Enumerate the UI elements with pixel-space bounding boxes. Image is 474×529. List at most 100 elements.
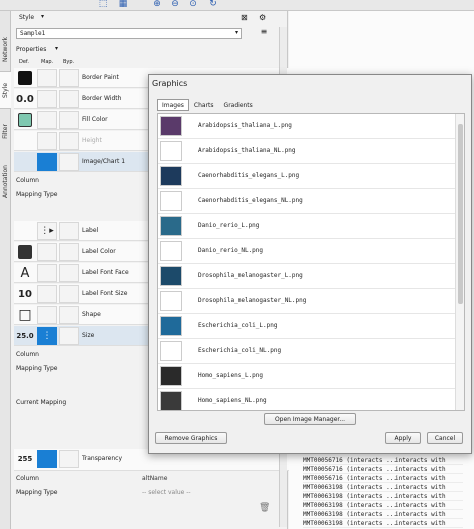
- mapping-type-value[interactable]: -- select value --: [142, 489, 191, 496]
- cancel-button[interactable]: Cancel: [427, 432, 463, 444]
- def-value[interactable]: 10: [15, 285, 35, 303]
- mapping-type-label: Mapping Type: [16, 191, 58, 198]
- style-select[interactable]: Sample1 ▾: [16, 28, 242, 39]
- def-value[interactable]: [15, 243, 35, 261]
- table-row[interactable]: MMT00063198 (interacts ... interacts with: [303, 483, 463, 492]
- mapping-type-row[interactable]: Mapping Type -- select value --: [14, 487, 279, 499]
- column-value[interactable]: altName: [142, 475, 167, 482]
- def-value[interactable]: [15, 132, 35, 150]
- byp-cell[interactable]: [59, 306, 79, 324]
- map-cell[interactable]: [37, 153, 57, 171]
- image-list-item[interactable]: Caenorhabditis_elegans_L.png: [158, 164, 456, 189]
- image-list-item[interactable]: Arabidopsis_thaliana_NL.png: [158, 139, 456, 164]
- map-cell[interactable]: [37, 111, 57, 129]
- image-list-item[interactable]: Escherichia_coli_L.png: [158, 314, 456, 339]
- map-cell[interactable]: [37, 69, 57, 87]
- prop-label-text: Label Color: [82, 248, 116, 255]
- image-list-item[interactable]: Homo_sapiens_NL.png: [158, 389, 456, 410]
- edge-name-cell: MMT00056716 (interacts ...: [303, 475, 397, 482]
- style-menu-icon[interactable]: ≡: [255, 27, 273, 39]
- def-value[interactable]: [15, 111, 35, 129]
- export-icon[interactable]: ⬚: [98, 0, 108, 9]
- zoom-out-icon[interactable]: ⊖: [170, 0, 180, 9]
- grid-icon[interactable]: ▦: [118, 0, 128, 9]
- mapping-column-row[interactable]: Column altName: [14, 473, 279, 485]
- color-swatch: [18, 71, 32, 85]
- scroll-thumb[interactable]: [458, 124, 463, 304]
- apply-button[interactable]: Apply: [385, 432, 421, 444]
- image-list-item[interactable]: Homo_sapiens_L.png: [158, 364, 456, 389]
- def-value[interactable]: 0.0: [15, 90, 35, 108]
- def-value[interactable]: [15, 69, 35, 87]
- settings-icon[interactable]: ⚙: [259, 13, 266, 22]
- map-cell[interactable]: [37, 450, 57, 468]
- byp-cell[interactable]: [59, 132, 79, 150]
- def-value[interactable]: □: [15, 306, 35, 324]
- byp-cell[interactable]: [59, 69, 79, 87]
- image-list-item[interactable]: Escherichia_coli_NL.png: [158, 339, 456, 364]
- image-list-item[interactable]: Danio_rerio_L.png: [158, 214, 456, 239]
- refresh-icon[interactable]: ↻: [208, 0, 218, 9]
- def-value[interactable]: 25.0: [15, 327, 35, 345]
- tab-annotation[interactable]: Annotation: [0, 151, 11, 211]
- table-row[interactable]: MMT00063198 (interacts ... interacts with: [303, 519, 463, 528]
- tab-charts[interactable]: Charts: [189, 99, 219, 111]
- def-value[interactable]: [15, 222, 35, 240]
- tab-network[interactable]: Network: [0, 29, 11, 69]
- tab-gradients[interactable]: Gradients: [219, 99, 258, 111]
- tab-images[interactable]: Images: [157, 99, 189, 111]
- open-image-manager-button[interactable]: Open Image Manager...: [264, 413, 356, 425]
- byp-cell[interactable]: [59, 90, 79, 108]
- table-row[interactable]: MMT00056716 (interacts ... interacts with: [303, 474, 463, 483]
- chevron-down-icon[interactable]: ▾: [55, 45, 58, 52]
- image-list-item[interactable]: Drosophila_melanogaster_L.png: [158, 264, 456, 289]
- image-list-item[interactable]: Arabidopsis_thaliana_L.png: [158, 114, 456, 139]
- zoom-in-icon[interactable]: ⊕: [152, 0, 162, 9]
- trash-icon[interactable]: 🗑: [259, 503, 270, 513]
- image-list-item[interactable]: Danio_rerio_NL.png: [158, 239, 456, 264]
- table-row[interactable]: MMT00063198 (interacts ... interacts with: [303, 501, 463, 510]
- color-swatch: [18, 245, 32, 259]
- table-row[interactable]: MMT00063198 (interacts ... interacts with: [303, 492, 463, 501]
- edge-name-cell: MMT00056716 (interacts ...: [303, 466, 397, 473]
- map-cell[interactable]: ⋮▸: [37, 222, 57, 240]
- col-byp-header: Byp.: [63, 59, 75, 65]
- byp-cell[interactable]: [59, 264, 79, 282]
- def-value[interactable]: A: [15, 264, 35, 282]
- list-scrollbar[interactable]: [455, 114, 464, 410]
- tab-filter[interactable]: Filter: [0, 116, 11, 146]
- remove-graphics-button[interactable]: Remove Graphics: [155, 432, 227, 444]
- table-row[interactable]: MMT00056716 (interacts ... interacts with: [303, 465, 463, 474]
- tab-style[interactable]: Style: [0, 71, 11, 109]
- byp-cell[interactable]: [59, 111, 79, 129]
- map-cell[interactable]: [37, 306, 57, 324]
- byp-cell[interactable]: [59, 327, 79, 345]
- image-list-item[interactable]: Caenorhabditis_elegans_NL.png: [158, 189, 456, 214]
- table-row[interactable]: MMT00063198 (interacts ... interacts with: [303, 510, 463, 519]
- prop-label: Border Paint: [82, 74, 119, 81]
- image-file-name: Homo_sapiens_L.png: [198, 372, 264, 379]
- close-icon[interactable]: ⊠: [241, 13, 248, 22]
- map-cell[interactable]: [37, 285, 57, 303]
- image-list-item[interactable]: Drosophila_melanogaster_NL.png: [158, 289, 456, 314]
- map-cell[interactable]: ⋮: [37, 327, 57, 345]
- def-value[interactable]: 255: [15, 450, 35, 468]
- prop-label-text: Label Font Size: [82, 290, 128, 297]
- table-row[interactable]: MMT00056716 (interacts ... interacts with: [303, 456, 463, 465]
- def-value[interactable]: [15, 153, 35, 171]
- byp-cell[interactable]: [59, 153, 79, 171]
- byp-cell[interactable]: [59, 450, 79, 468]
- col-map-header: Map.: [41, 59, 54, 65]
- byp-cell[interactable]: [59, 285, 79, 303]
- zoom-fit-icon[interactable]: ⊙: [188, 0, 198, 9]
- map-cell[interactable]: [37, 132, 57, 150]
- control-panel-tabs: Network Style Filter Annotation: [0, 11, 11, 529]
- edge-name-cell: MMT00063198 (interacts ...: [303, 520, 397, 527]
- map-cell[interactable]: [37, 243, 57, 261]
- byp-cell[interactable]: [59, 243, 79, 261]
- chevron-down-icon[interactable]: ▾: [41, 13, 44, 20]
- byp-cell[interactable]: [59, 222, 79, 240]
- map-cell[interactable]: [37, 90, 57, 108]
- map-cell[interactable]: [37, 264, 57, 282]
- image-thumbnail: [160, 316, 182, 336]
